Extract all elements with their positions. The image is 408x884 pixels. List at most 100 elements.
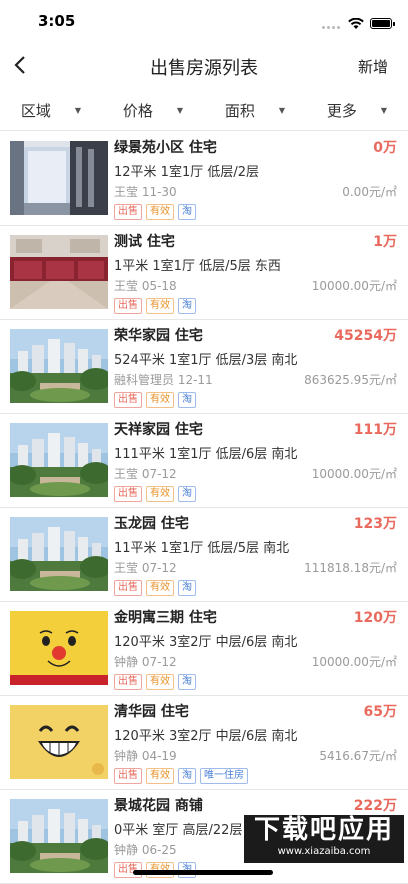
listing-tag: 唯一住房 [200,768,248,784]
listing-row[interactable]: 测试 住宅 1万 1平米 1室1厅 低层/5层 东西 王莹 05-18 10000.00… [0,226,408,320]
listing-tag: 出售 [114,204,142,220]
listing-agent: 钟静 04-19 [114,749,177,763]
listing-tag: 有效 [146,486,174,502]
listing-tag: 出售 [114,768,142,784]
listing-thumbnail [10,329,108,403]
listing-unit-price: 111818.18元/㎡ [304,561,397,575]
status-time: 3:05 [38,12,76,30]
listing-thumbnail [10,799,108,873]
listing-tag: 淘 [178,674,196,690]
listing-name: 景城花园 商铺 [114,798,203,814]
listing-unit-price: 10000.00元/㎡ [311,467,397,481]
listing-tag: 出售 [114,392,142,408]
status-icons [322,14,395,33]
listing-spec: 0平米 室厅 高层/22层 [114,823,243,838]
listing-row[interactable]: 绿景苑小区 住宅 0万 12平米 1室1厅 低层/2层 王莹 11-30 0.00元/㎡… [0,132,408,226]
listing-tag: 淘 [178,768,196,784]
nav-bar: 出售房源列表 新增 [0,44,408,90]
listing-tag: 淘 [178,580,196,596]
listing-name: 玉龙园 住宅 [114,516,189,532]
listing-agent: 王莹 07-12 [114,561,177,575]
filter-label: 价格 [122,101,153,120]
listing-name: 金明寓三期 住宅 [114,610,217,626]
filter-label: 更多 [326,101,357,120]
listing-price: 65万 [363,704,397,720]
listing-agent: 王莹 05-18 [114,279,177,293]
listing-row[interactable]: 玉龙园 住宅 123万 11平米 1室1厅 低层/5层 南北 王莹 07-12 1118… [0,508,408,602]
listing-tag: 淘 [178,204,196,220]
listing-tag: 有效 [146,580,174,596]
filter-label: 区域 [20,101,51,120]
listing-unit-price: 0.00元/㎡ [342,185,397,199]
listing-tag: 淘 [178,486,196,502]
listing-tags: 出售有效淘 [114,298,196,314]
listing-thumbnail [10,141,108,215]
filter-area[interactable]: 区域 ▼ [0,90,102,130]
listing-price: 1万 [373,234,397,250]
listing-list: 绿景苑小区 住宅 0万 12平米 1室1厅 低层/2层 王莹 11-30 0.00元/㎡… [0,132,408,884]
listing-tags: 出售有效淘 [114,204,196,220]
listing-thumbnail [10,705,108,779]
listing-tag: 出售 [114,298,142,314]
listing-agent: 融科管理员 12-11 [114,373,213,387]
listing-tag: 有效 [146,768,174,784]
filter-size[interactable]: 面积 ▼ [204,90,306,130]
listing-agent: 王莹 11-30 [114,185,177,199]
listing-tag: 淘 [178,298,196,314]
wifi-icon [348,17,364,29]
listing-price: 222万 [353,798,397,814]
listing-spec: 1平米 1室1厅 低层/5层 东西 [114,259,281,274]
listing-row[interactable]: 天祥家园 住宅 111万 111平米 1室1厅 低层/6层 南北 王莹 07-12 10… [0,414,408,508]
listing-thumbnail [10,517,108,591]
listing-spec: 524平米 1室1厅 低层/3层 南北 [114,353,298,368]
listing-unit-price: 5416.67元/㎡ [319,749,397,763]
listing-price: 0万 [373,140,397,156]
filter-bar: 区域 ▼ 价格 ▼ 面积 ▼ 更多 ▼ [0,90,408,131]
listing-tag: 有效 [146,674,174,690]
listing-tag: 有效 [146,204,174,220]
listing-tag: 有效 [146,298,174,314]
listing-price: 111万 [353,422,397,438]
site-watermark: 下载吧应用 www.xiazaiba.com [244,815,404,863]
listing-name: 荣华家园 住宅 [114,328,203,344]
add-listing-button[interactable]: 新增 [358,56,388,77]
watermark-title: 下载吧应用 [253,815,394,845]
watermark-url: www.xiazaiba.com [277,846,371,857]
listing-price: 120万 [353,610,397,626]
caret-down-icon: ▼ [278,105,286,115]
listing-thumbnail [10,235,108,309]
caret-down-icon: ▼ [74,105,82,115]
listing-thumbnail [10,611,108,685]
filter-price[interactable]: 价格 ▼ [102,90,204,130]
listing-tags: 出售有效淘 [114,392,196,408]
caret-down-icon: ▼ [176,105,184,115]
listing-tags: 出售有效淘 [114,486,196,502]
listing-name: 清华园 住宅 [114,704,189,720]
listing-tag: 出售 [114,674,142,690]
listing-tags: 出售有效淘 [114,674,196,690]
listing-spec: 11平米 1室1厅 低层/5层 南北 [114,541,290,556]
listing-spec: 120平米 3室2厅 中层/6层 南北 [114,635,298,650]
listing-name: 绿景苑小区 住宅 [114,140,217,156]
listing-agent: 钟静 07-12 [114,655,177,669]
listing-tag: 有效 [146,392,174,408]
listing-row[interactable]: 清华园 住宅 65万 120平米 3室2厅 中层/6层 南北 钟静 04-19 5416… [0,696,408,790]
filter-more[interactable]: 更多 ▼ [306,90,408,130]
page-title: 出售房源列表 [150,58,258,79]
listing-spec: 111平米 1室1厅 低层/6层 南北 [114,447,298,462]
caret-down-icon: ▼ [380,105,388,115]
listing-unit-price: 863625.95元/㎡ [304,373,397,387]
listing-tag: 淘 [178,392,196,408]
listing-unit-price: 10000.00元/㎡ [311,655,397,669]
listing-spec: 12平米 1室1厅 低层/2层 [114,165,259,180]
listing-thumbnail [10,423,108,497]
listing-name: 天祥家园 住宅 [114,422,203,438]
listing-spec: 120平米 3室2厅 中层/6层 南北 [114,729,298,744]
listing-row[interactable]: 金明寓三期 住宅 120万 120平米 3室2厅 中层/6层 南北 钟静 07-12 1… [0,602,408,696]
listing-tag: 出售 [114,580,142,596]
filter-label: 面积 [224,101,255,120]
battery-icon [370,18,395,29]
listing-agent: 钟静 06-25 [114,843,177,857]
listing-price: 123万 [353,516,397,532]
listing-row[interactable]: 荣华家园 住宅 45254万 524平米 1室1厅 低层/3层 南北 融科管理员 12… [0,320,408,414]
